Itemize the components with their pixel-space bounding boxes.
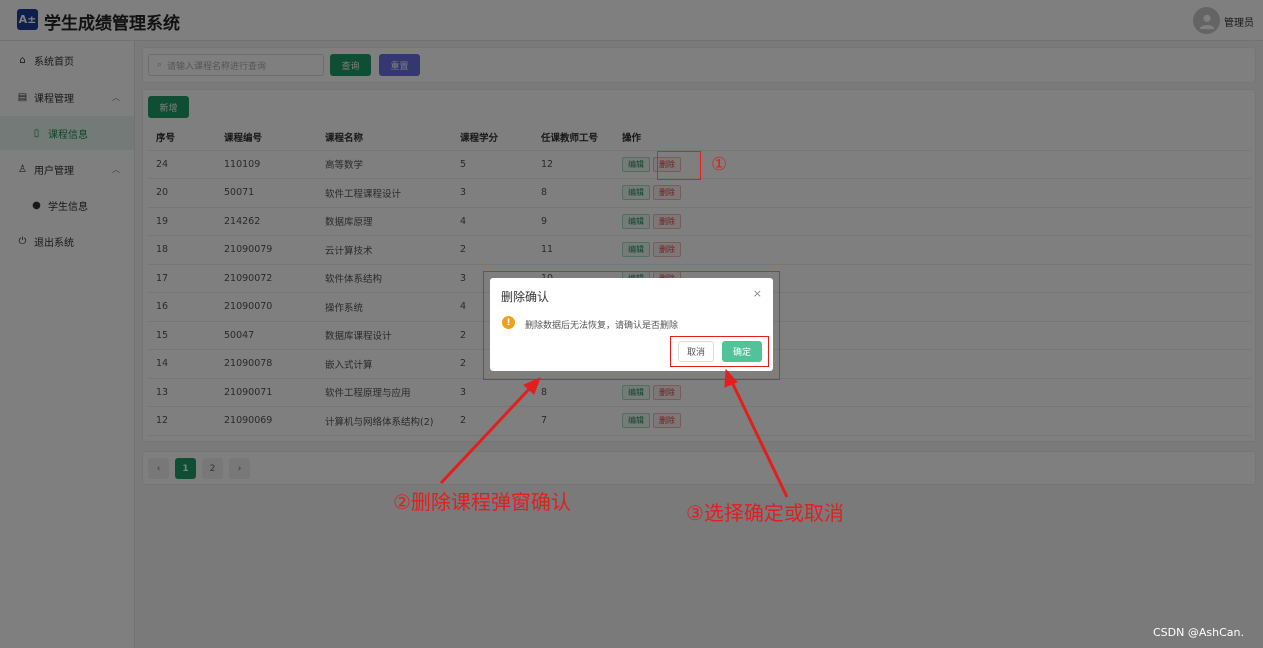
annotation-step-2: ②删除课程弹窗确认 <box>393 490 571 514</box>
watermark: CSDN @AshCan. <box>1153 626 1244 639</box>
annotation-box-buttons <box>670 336 769 367</box>
annotation-box-delete <box>657 151 701 180</box>
annotation-step-1: ① <box>711 154 728 175</box>
annotation-step-3: ③选择确定或取消 <box>686 501 844 525</box>
